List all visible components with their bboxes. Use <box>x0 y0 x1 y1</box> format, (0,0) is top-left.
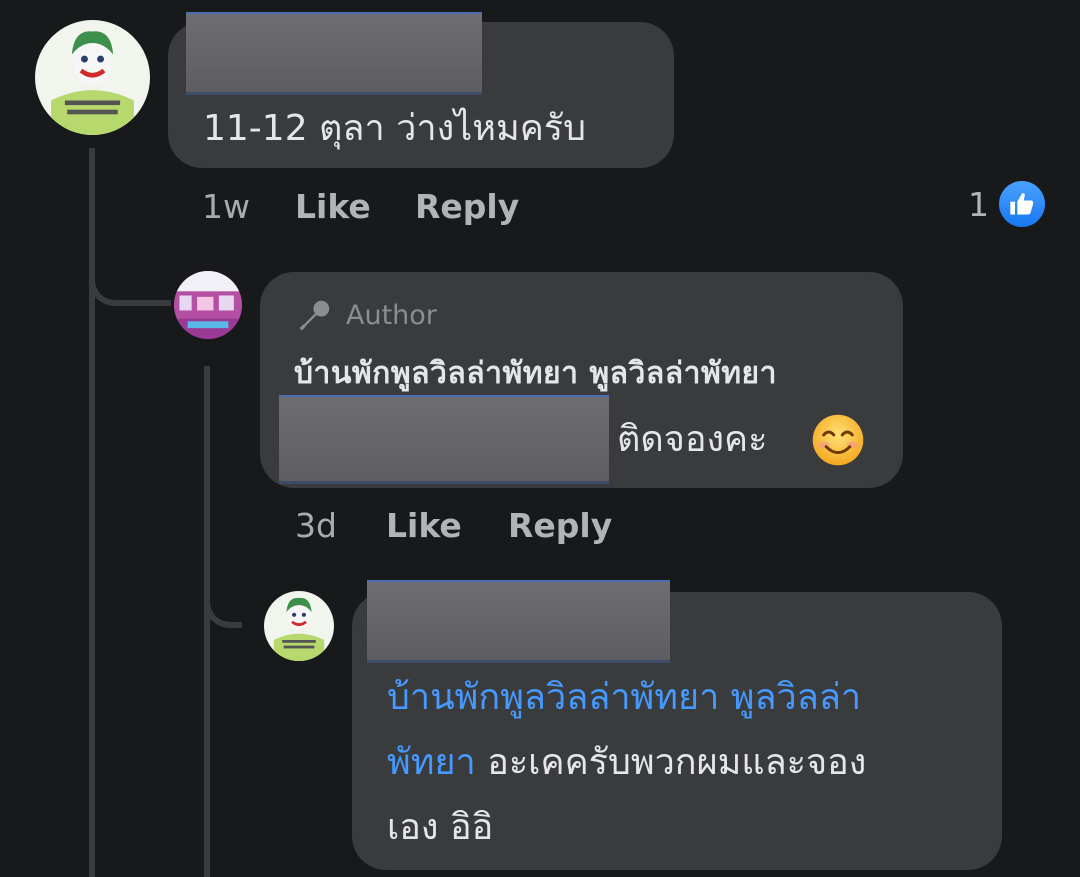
comment-thread: 11-12 ตุลา ว่างไหมครับ 1w Like Reply 1 A… <box>0 0 1080 877</box>
reply-button[interactable]: Reply <box>508 506 612 545</box>
comment-line-1: บ้านพักพูลวิลล่าพัทยา พูลวิลล่า <box>387 666 861 730</box>
smiling-face-emoji <box>812 414 864 466</box>
comment-text: อะเคครับพวกผมและจอง <box>475 742 867 783</box>
redacted-username <box>367 580 670 663</box>
avatar[interactable] <box>264 591 334 661</box>
thread-curve-reply-1 <box>89 250 171 306</box>
microphone-icon <box>299 300 330 331</box>
thread-line-reply <box>204 366 210 877</box>
author-badge-label: Author <box>346 299 437 331</box>
comment-line-3: เอง อิอิ <box>387 796 493 860</box>
page-mention-continued[interactable]: พัทยา <box>387 742 476 783</box>
comment-timestamp[interactable]: 3d <box>295 506 337 545</box>
reaction-count-label: 1 <box>968 184 989 224</box>
comment-timestamp[interactable]: 1w <box>202 187 250 226</box>
thumbs-up-icon <box>999 181 1045 227</box>
comment-text: 11-12 ตุลา ว่างไหมครับ <box>203 108 586 149</box>
comment-text: เอง อิอิ <box>387 807 494 848</box>
like-button[interactable]: Like <box>386 506 462 545</box>
redacted-tag <box>279 395 609 484</box>
like-button[interactable]: Like <box>295 187 371 226</box>
author-badge: Author <box>296 296 437 334</box>
comment-text: ติดจองคะ <box>617 419 768 460</box>
joker-avatar-image <box>264 591 334 661</box>
pool-villa-avatar-image <box>174 271 242 339</box>
page-name[interactable]: บ้านพักพูลวิลล่าพัทยา พูลวิลล่าพัทยา <box>294 350 777 397</box>
page-avatar[interactable] <box>174 271 242 339</box>
page-mention[interactable]: บ้านพักพูลวิลล่าพัทยา พูลวิลล่า <box>387 677 861 718</box>
reply-button[interactable]: Reply <box>415 187 519 226</box>
joker-avatar-image <box>35 20 150 135</box>
reaction-count[interactable]: 1 <box>968 181 1045 227</box>
avatar[interactable] <box>35 20 150 135</box>
comment-line-2: พัทยา อะเคครับพวกผมและจอง <box>387 731 866 795</box>
redacted-username <box>186 12 482 95</box>
